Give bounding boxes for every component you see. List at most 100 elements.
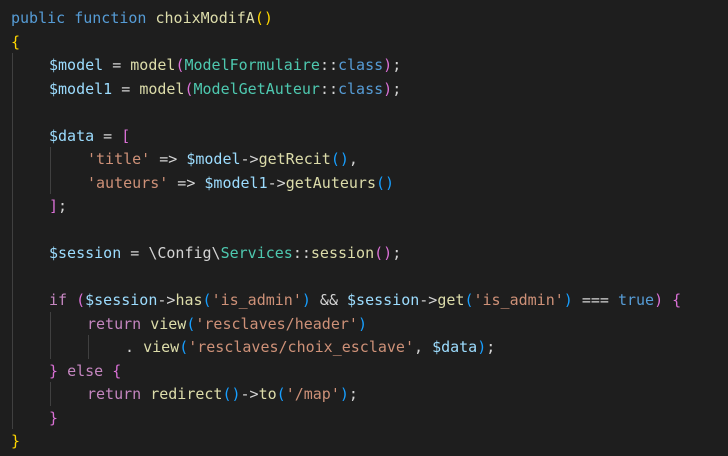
code-token: 'auteurs' — [87, 173, 169, 192]
code-token: ( — [202, 291, 212, 309]
code-line: return redirect()->to('/map'); — [87, 382, 358, 406]
code-line: $model1 = model(ModelGetAuteur::class); — [49, 77, 401, 101]
code-token: :: — [319, 56, 338, 74]
code-token: '/map' — [285, 385, 340, 403]
code-token: ( — [76, 291, 86, 309]
code-token: ( — [184, 79, 194, 98]
code-token: ) — [357, 314, 367, 333]
code-token: . — [125, 338, 144, 356]
code-token: if — [49, 291, 68, 309]
code-token: $model — [186, 150, 241, 168]
code-token: ) — [654, 291, 664, 309]
code-line: } — [49, 406, 58, 430]
code-token: ; — [392, 56, 402, 74]
code-token: () — [330, 150, 349, 168]
code-token: = \Config\ — [121, 244, 221, 262]
code-token: } — [49, 361, 59, 380]
code-token: to — [258, 385, 277, 403]
code-token: $model1 — [204, 173, 268, 192]
code-token: ) — [301, 291, 311, 309]
code-token: class — [338, 56, 384, 74]
code-token: $session — [49, 244, 122, 262]
code-token: $model — [49, 56, 104, 74]
code-token: , — [414, 338, 433, 356]
code-token: () — [376, 173, 395, 192]
code-token: Services — [220, 244, 293, 262]
code-token: } — [11, 432, 21, 450]
code-token: } — [49, 408, 59, 427]
code-token: $data — [432, 338, 478, 356]
code-line: 'title' => $model->getRecit(), — [87, 147, 358, 171]
code-token: [ — [121, 126, 131, 145]
code-token: session — [310, 244, 375, 262]
code-token: ; — [392, 79, 402, 98]
code-token: function — [74, 9, 147, 27]
code-line: } else { — [49, 359, 121, 383]
indent-guide — [50, 147, 51, 194]
code-token: ; — [58, 197, 68, 215]
code-token: = — [103, 56, 131, 74]
code-line: if ($session->has('is_admin') && $sessio… — [49, 288, 681, 312]
code-token: $model1 — [49, 79, 113, 98]
code-token: view — [150, 314, 187, 333]
code-token: () — [374, 244, 393, 262]
code-token: $session — [347, 291, 420, 309]
code-token: model — [130, 56, 176, 74]
code-token: ModelFormulaire — [184, 56, 320, 74]
code-token: -> — [267, 173, 286, 192]
code-token: getAuteurs — [285, 173, 376, 192]
code-token: :: — [292, 244, 311, 262]
code-token: return — [87, 314, 142, 333]
code-token: true — [617, 291, 655, 309]
code-token: () — [222, 385, 241, 403]
code-token: , — [348, 150, 358, 168]
code-token: $data — [49, 126, 95, 145]
code-token: view — [143, 338, 180, 356]
code-token: 'resclaves/choix_esclave' — [188, 338, 414, 356]
code-token: public — [11, 9, 66, 27]
code-line: . view('resclaves/choix_esclave', $data)… — [125, 335, 495, 359]
code-token: ( — [179, 338, 189, 356]
code-token: get — [437, 291, 465, 309]
code-token: { — [672, 291, 682, 309]
code-token: return — [87, 385, 142, 403]
indent-guide — [50, 382, 51, 406]
indent-guide — [88, 335, 89, 359]
code-token: => — [150, 150, 187, 168]
code-token: -> — [240, 150, 259, 168]
code-line: $session = \Config\Services::session(); — [49, 241, 401, 265]
code-token: ModelGetAuteur — [193, 79, 320, 98]
indent-guide — [50, 311, 51, 359]
code-token: class — [338, 79, 384, 98]
code-token: ) — [477, 338, 487, 356]
code-token: = — [94, 126, 122, 145]
code-token: has — [175, 291, 203, 309]
code-token: 'is_admin' — [473, 291, 564, 309]
code-token: redirect — [150, 385, 223, 403]
code-token: { — [112, 361, 122, 380]
code-token: -> — [419, 291, 438, 309]
code-token: 'title' — [87, 150, 151, 168]
code-token: ; — [348, 385, 358, 403]
code-token: ] — [49, 197, 59, 215]
code-token: === — [572, 291, 618, 309]
code-editor[interactable]: public function choixModifA(){$model = m… — [0, 0, 728, 456]
code-token: model — [139, 79, 185, 98]
code-token: () — [254, 9, 273, 27]
code-token: 'resclaves/header' — [195, 314, 358, 333]
code-token: 'is_admin' — [211, 291, 302, 309]
code-token: ) — [383, 79, 393, 98]
code-token: getRecit — [258, 150, 331, 168]
code-token: ) — [339, 385, 349, 403]
code-token: -> — [240, 385, 259, 403]
code-token: ) — [563, 291, 573, 309]
code-line: return view('resclaves/header') — [87, 312, 367, 336]
indent-guide — [12, 53, 13, 429]
